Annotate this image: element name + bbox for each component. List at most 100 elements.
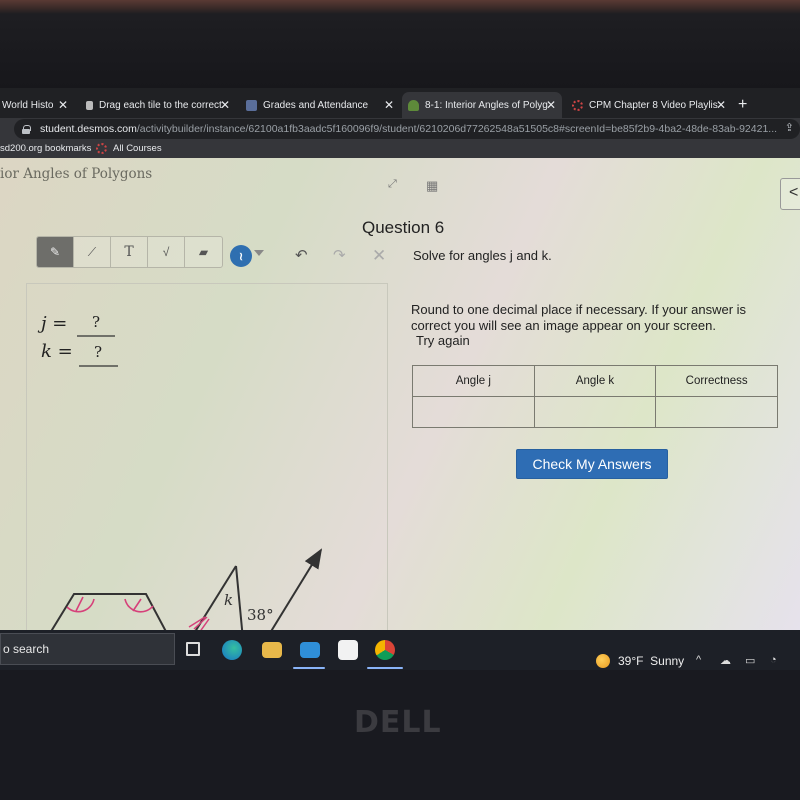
tab-grades-attendance[interactable]: Grades and Attendance ✕	[240, 92, 400, 118]
tab-label: 8-1: Interior Angles of Polyg	[425, 99, 548, 111]
angle-38-label: 38°	[247, 606, 274, 624]
wifi-icon[interactable]: ◔	[770, 654, 777, 666]
redo-button[interactable]: ↷	[333, 246, 346, 264]
sis-icon	[246, 99, 257, 111]
math-tool[interactable]: √	[148, 237, 185, 267]
tray-overflow-icon[interactable]: ^	[696, 654, 701, 666]
header-angle-k: Angle k	[533, 365, 657, 397]
document-icon	[86, 100, 93, 110]
header-correctness: Correctness	[655, 365, 778, 397]
j-value: ?	[92, 313, 100, 331]
j-label: j =	[37, 313, 67, 334]
hexagon-shape	[50, 593, 167, 630]
close-tab-icon[interactable]: ✕	[58, 98, 68, 112]
text-icon: T	[124, 244, 134, 260]
question-number: Question 6	[362, 218, 445, 237]
onedrive-icon[interactable]: ☁	[720, 654, 731, 667]
line-icon: ⟋	[87, 244, 97, 259]
transversal-left	[194, 565, 237, 630]
tab-drag-tiles[interactable]: Drag each tile to the correct ✕	[80, 92, 236, 118]
weather-text: Sunny	[650, 654, 685, 668]
k-value: ?	[94, 343, 102, 361]
sqrt-icon: √	[162, 245, 170, 259]
correctness-cell	[655, 396, 778, 428]
laptop-bezel-bottom: DELL	[0, 670, 800, 800]
sun-icon	[596, 654, 610, 668]
close-tab-icon[interactable]: ✕	[384, 98, 394, 112]
taskbar-search-input[interactable]: o search	[0, 633, 175, 665]
table-row	[412, 396, 778, 428]
color-picker-button[interactable]: ≀	[230, 245, 252, 267]
bookmark-all-courses[interactable]: All Courses	[96, 143, 162, 154]
chrome-active-indicator	[367, 667, 403, 669]
header-angle-j: Angle j	[412, 365, 535, 397]
tab-world-history[interactable]: World Histo ✕	[0, 92, 74, 118]
sketch-canvas[interactable]: j = ? k = ? j	[26, 283, 388, 630]
text-tool[interactable]: T	[111, 237, 148, 267]
eraser-icon: ▰	[198, 245, 209, 259]
sketch-toolbar: ✎ ⟋ T √ ▰	[36, 236, 223, 268]
tab-cpm-playlist[interactable]: CPM Chapter 8 Video Playlis ✕	[566, 92, 732, 118]
battery-icon[interactable]: ▭	[745, 654, 755, 667]
screen-bezel-top	[0, 0, 800, 88]
pencil-icon: ✎	[49, 245, 61, 259]
chevron-down-icon[interactable]	[254, 250, 264, 256]
lock-icon	[22, 124, 31, 134]
tab-interior-angles[interactable]: 8-1: Interior Angles of Polyg ✕	[402, 92, 562, 118]
collapse-panel-button[interactable]: <	[780, 178, 800, 210]
page-title: ior Angles of Polygons	[0, 166, 153, 182]
canvas-ring-icon	[96, 143, 107, 154]
mail-active-indicator	[293, 667, 325, 669]
tab-label: CPM Chapter 8 Video Playlis	[589, 99, 718, 111]
desmos-icon	[408, 99, 419, 111]
fullscreen-icon[interactable]: ⤢	[388, 178, 397, 191]
share-icon[interactable]: ⇪	[785, 121, 794, 134]
desmos-activity-page: ior Angles of Polygons ⤢ ▦ < Question 6 …	[0, 158, 800, 630]
check-answers-button[interactable]: Check My Answers	[516, 449, 668, 479]
edge-icon[interactable]	[222, 640, 242, 660]
undo-button[interactable]: ↶	[295, 246, 308, 264]
bookmark-label: sd200.org bookmarks	[0, 143, 92, 154]
bookmark-label: All Courses	[113, 143, 162, 154]
mail-icon[interactable]	[300, 642, 320, 658]
url-host: student.desmos.com	[40, 123, 137, 135]
polygon-diagram: j = ? k = ? j	[37, 313, 323, 630]
chrome-icon[interactable]	[375, 640, 395, 660]
clear-button[interactable]: ✕	[372, 246, 386, 266]
browser-tab-bar: World Histo ✕ Drag each tile to the corr…	[0, 88, 800, 118]
k-label: k =	[41, 341, 73, 362]
pencil-tool[interactable]: ✎	[37, 237, 74, 267]
store-icon[interactable]	[338, 640, 358, 660]
url-path: /activitybuilder/instance/62100a1fb3aadc…	[136, 123, 778, 135]
tab-label: World Histo	[2, 99, 54, 111]
line-tool[interactable]: ⟋	[74, 237, 111, 267]
triangle-side	[235, 565, 244, 630]
answer-table: Angle j Angle k Correctness	[412, 365, 778, 428]
canvas-ring-icon	[572, 99, 583, 111]
question-prompt: Solve for angles j and k.	[413, 248, 552, 263]
eraser-tool[interactable]: ▰	[185, 237, 222, 267]
new-tab-button[interactable]: +	[738, 96, 747, 114]
table-header-row: Angle j Angle k Correctness	[412, 365, 778, 397]
squiggle-icon: ≀	[238, 250, 244, 263]
tab-label: Grades and Attendance	[263, 99, 369, 111]
url-input[interactable]: student.desmos.com/activitybuilder/insta…	[14, 119, 800, 139]
task-view-icon[interactable]	[186, 642, 200, 656]
tab-label: Drag each tile to the correct	[99, 99, 222, 111]
weather-widget[interactable]: 39°F Sunny	[596, 654, 684, 668]
bookmark-sd200[interactable]: sd200.org bookmarks	[0, 143, 91, 154]
file-explorer-icon[interactable]	[262, 642, 282, 658]
angle-j-input[interactable]	[412, 396, 535, 428]
angle-k-input[interactable]	[533, 396, 657, 428]
bookmarks-bar: sd200.org bookmarks All Courses	[0, 140, 800, 158]
close-tab-icon[interactable]: ✕	[546, 98, 556, 112]
close-tab-icon[interactable]: ✕	[716, 98, 726, 112]
calculator-icon[interactable]: ▦	[426, 178, 438, 194]
question-instructions: Round to one decimal place if necessary.…	[411, 302, 747, 333]
address-bar: student.desmos.com/activitybuilder/insta…	[0, 118, 800, 140]
angle-k-label: k	[224, 591, 233, 609]
feedback-text: Try again	[416, 333, 470, 348]
close-tab-icon[interactable]: ✕	[220, 98, 230, 112]
dell-logo: DELL	[354, 705, 442, 740]
weather-temp: 39°F	[618, 654, 644, 668]
